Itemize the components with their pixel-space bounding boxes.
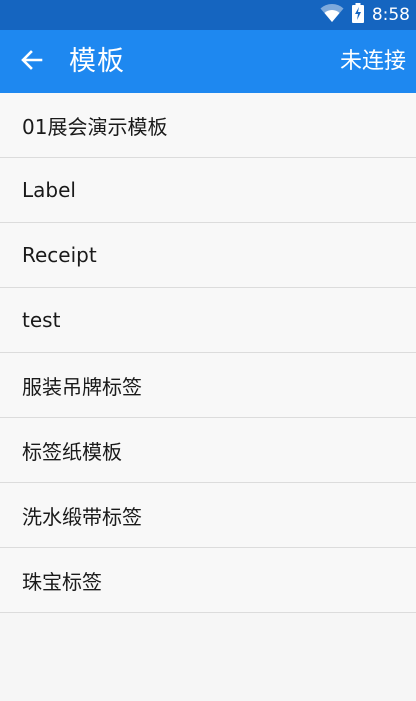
template-item[interactable]: Label [0,158,416,223]
status-icons: 8:58 [320,0,410,30]
app-bar: 模板 未连接 [0,30,416,93]
template-item-label: 洗水缎带标签 [22,504,142,529]
template-item[interactable]: 标签纸模板 [0,418,416,483]
template-item-label: 珠宝标签 [22,569,102,594]
template-item-label: test [22,308,61,332]
template-list: 01展会演示模板 Label Receipt test 服装吊牌标签 标签纸模板… [0,93,416,613]
template-item[interactable]: 珠宝标签 [0,548,416,613]
arrow-left-icon [21,50,43,74]
wifi-icon [320,3,344,27]
status-bar: 8:58 [0,0,416,30]
battery-charging-icon [351,3,364,27]
template-item[interactable]: Receipt [0,223,416,288]
back-button[interactable] [14,44,50,80]
template-item-label: Label [22,178,76,202]
connection-status-button[interactable]: 未连接 [340,30,406,93]
template-item-label: 01展会演示模板 [22,114,168,139]
template-item-label: 标签纸模板 [22,439,122,464]
status-time: 8:58 [371,5,410,25]
template-item-label: Receipt [22,243,97,267]
template-item[interactable]: 洗水缎带标签 [0,483,416,548]
template-item[interactable]: 服装吊牌标签 [0,353,416,418]
template-item-label: 服装吊牌标签 [22,374,142,399]
page-title: 模板 [69,46,125,77]
template-item[interactable]: 01展会演示模板 [0,93,416,158]
template-item[interactable]: test [0,288,416,353]
